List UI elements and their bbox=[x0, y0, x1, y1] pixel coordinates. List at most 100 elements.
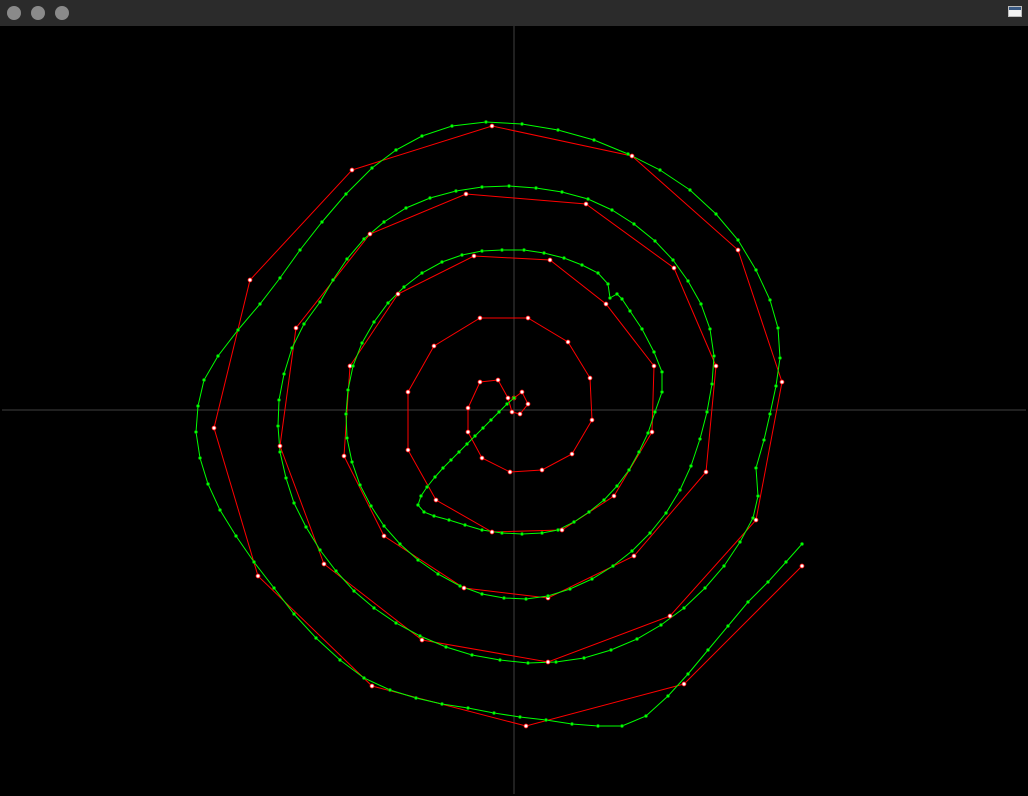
control-point[interactable] bbox=[631, 553, 637, 559]
control-point[interactable] bbox=[603, 301, 609, 307]
control-point[interactable] bbox=[349, 167, 355, 173]
curve-point bbox=[422, 510, 426, 514]
control-point[interactable] bbox=[419, 637, 425, 643]
curve-point bbox=[627, 468, 631, 472]
control-point[interactable] bbox=[479, 455, 485, 461]
control-point[interactable] bbox=[525, 401, 531, 407]
curve-point bbox=[362, 676, 366, 680]
control-point[interactable] bbox=[569, 451, 575, 457]
control-point[interactable] bbox=[547, 257, 553, 263]
curve-point bbox=[505, 402, 509, 406]
control-point[interactable] bbox=[735, 247, 741, 253]
curve-point bbox=[272, 586, 276, 590]
control-point[interactable] bbox=[671, 265, 677, 271]
curve-point bbox=[609, 648, 613, 652]
curve-point bbox=[534, 186, 538, 190]
minimize-button[interactable] bbox=[31, 6, 45, 20]
curve-point bbox=[489, 418, 493, 422]
control-point[interactable] bbox=[461, 585, 467, 591]
control-point[interactable] bbox=[341, 453, 347, 459]
curve-point bbox=[632, 222, 636, 226]
control-point[interactable] bbox=[611, 493, 617, 499]
control-point[interactable] bbox=[525, 315, 531, 321]
control-point[interactable] bbox=[667, 613, 673, 619]
curve-point bbox=[520, 532, 524, 536]
render-canvas[interactable] bbox=[2, 26, 1026, 794]
spiral-plot[interactable] bbox=[2, 26, 1026, 794]
control-point[interactable] bbox=[477, 315, 483, 321]
curve-point bbox=[284, 476, 288, 480]
control-point[interactable] bbox=[589, 417, 595, 423]
curve-point bbox=[596, 271, 600, 275]
curve-point bbox=[372, 320, 376, 324]
control-point[interactable] bbox=[477, 379, 483, 385]
control-point[interactable] bbox=[321, 561, 327, 567]
control-point[interactable] bbox=[703, 469, 709, 475]
curve-point bbox=[350, 460, 354, 464]
curve-point bbox=[635, 637, 639, 641]
curve-point bbox=[292, 501, 296, 505]
control-point[interactable] bbox=[463, 191, 469, 197]
control-point[interactable] bbox=[505, 395, 511, 401]
control-point[interactable] bbox=[507, 469, 513, 475]
control-point[interactable] bbox=[651, 363, 657, 369]
control-point[interactable] bbox=[465, 405, 471, 411]
control-point[interactable] bbox=[247, 277, 253, 283]
control-point[interactable] bbox=[277, 443, 283, 449]
control-point[interactable] bbox=[211, 425, 217, 431]
control-point[interactable] bbox=[293, 325, 299, 331]
control-point[interactable] bbox=[799, 563, 805, 569]
curve-point bbox=[586, 197, 590, 201]
curve-point bbox=[671, 258, 675, 262]
control-point[interactable] bbox=[471, 253, 477, 259]
curve-point bbox=[500, 248, 504, 252]
control-point[interactable] bbox=[681, 681, 687, 687]
control-point[interactable] bbox=[517, 411, 523, 417]
zoom-button[interactable] bbox=[55, 6, 69, 20]
curve-point bbox=[458, 584, 462, 588]
curve-point bbox=[640, 327, 644, 331]
curve-point bbox=[698, 437, 702, 441]
curve-point bbox=[570, 722, 574, 726]
curve-point bbox=[646, 431, 650, 435]
window-maximize-icon[interactable] bbox=[1008, 6, 1022, 17]
control-point[interactable] bbox=[523, 723, 529, 729]
spiral-curve bbox=[195, 121, 803, 727]
control-point[interactable] bbox=[559, 527, 565, 533]
control-point[interactable] bbox=[649, 429, 655, 435]
control-point[interactable] bbox=[565, 339, 571, 345]
curve-point bbox=[652, 350, 656, 354]
control-point[interactable] bbox=[509, 409, 515, 415]
curve-point bbox=[686, 672, 690, 676]
control-point[interactable] bbox=[405, 389, 411, 395]
control-point[interactable] bbox=[519, 389, 525, 395]
curve-point bbox=[568, 587, 572, 591]
curve-point bbox=[524, 597, 528, 601]
control-point[interactable] bbox=[465, 429, 471, 435]
control-point[interactable] bbox=[431, 343, 437, 349]
control-point[interactable] bbox=[713, 363, 719, 369]
control-point[interactable] bbox=[495, 377, 501, 383]
curve-point bbox=[463, 523, 467, 527]
curve-point bbox=[637, 450, 641, 454]
control-point[interactable] bbox=[545, 659, 551, 665]
control-point[interactable] bbox=[779, 379, 785, 385]
control-point[interactable] bbox=[367, 231, 373, 237]
control-point[interactable] bbox=[433, 497, 439, 503]
control-point[interactable] bbox=[395, 291, 401, 297]
control-point[interactable] bbox=[381, 533, 387, 539]
control-point[interactable] bbox=[583, 201, 589, 207]
curve-point bbox=[608, 296, 612, 300]
close-button[interactable] bbox=[7, 6, 21, 20]
control-point[interactable] bbox=[489, 123, 495, 129]
control-point[interactable] bbox=[587, 375, 593, 381]
control-point[interactable] bbox=[539, 467, 545, 473]
control-point[interactable] bbox=[629, 153, 635, 159]
curve-point bbox=[500, 531, 504, 535]
control-point[interactable] bbox=[405, 447, 411, 453]
control-point[interactable] bbox=[489, 529, 495, 535]
control-point[interactable] bbox=[255, 573, 261, 579]
control-point[interactable] bbox=[369, 683, 375, 689]
curve-point bbox=[708, 327, 712, 331]
curve-point bbox=[218, 508, 222, 512]
